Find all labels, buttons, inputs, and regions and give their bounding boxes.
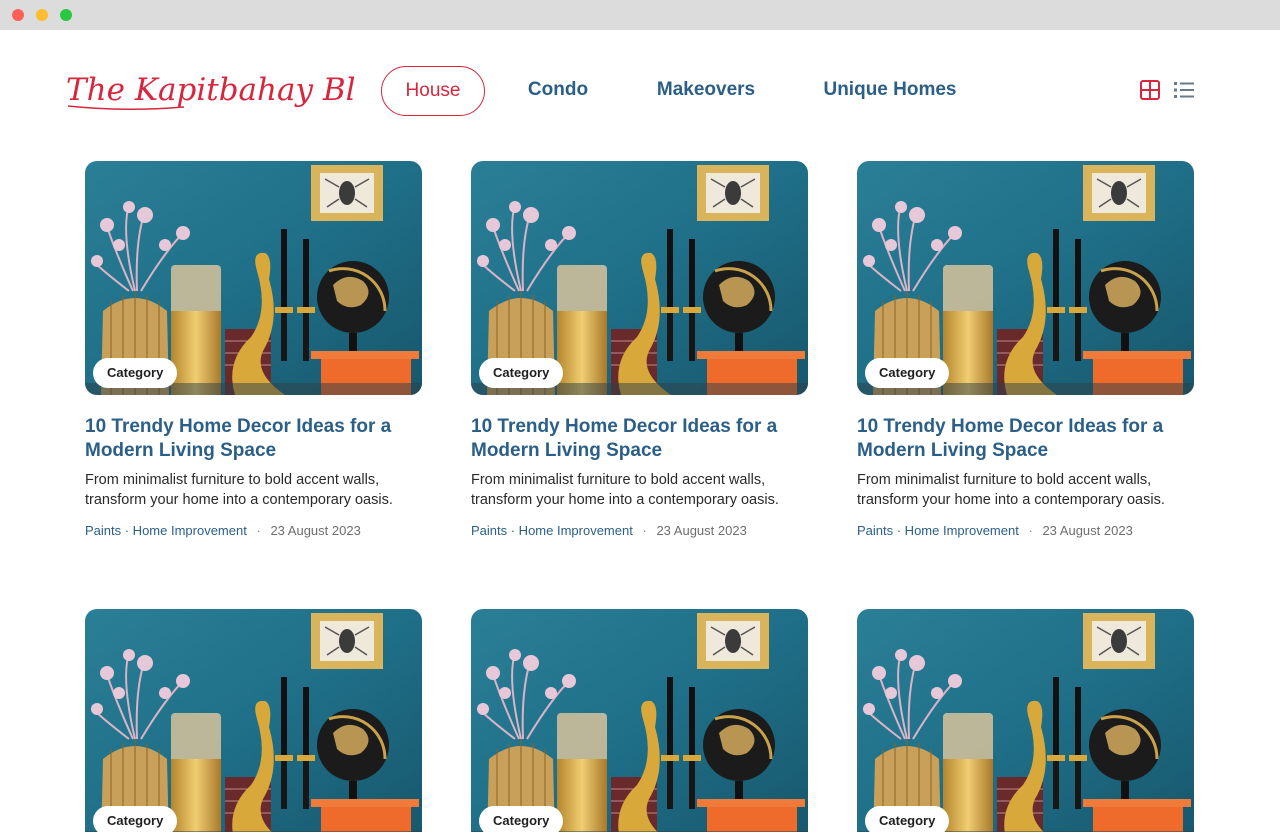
post-thumbnail[interactable]: Category	[471, 609, 808, 832]
category-badge[interactable]: Category	[479, 806, 564, 832]
post-date: 23 August 2023	[270, 523, 361, 538]
post-excerpt-line: transform your home into a contemporary …	[85, 492, 393, 508]
post-tags[interactable]: Paints · Home Improvement	[471, 523, 633, 538]
close-window-button[interactable]	[12, 9, 24, 21]
post-excerpt: From minimalist furniture to bold accent…	[857, 470, 1194, 510]
post-excerpt-line: From minimalist furniture to bold accent…	[85, 472, 380, 488]
post-date: 23 August 2023	[1042, 523, 1133, 538]
post-meta: Paints · Home Improvement · 23 August 20…	[857, 522, 1194, 540]
meta-separator: ·	[1028, 523, 1033, 538]
post-card[interactable]: Category	[471, 609, 808, 832]
post-thumbnail[interactable]: Category	[857, 161, 1194, 395]
post-tags[interactable]: Paints · Home Improvement	[857, 523, 1019, 538]
nav-item-label: House	[405, 80, 461, 101]
post-thumbnail[interactable]: Category	[85, 161, 422, 395]
post-card[interactable]: Category 10 Trendy Home Decor Ideas for …	[857, 161, 1194, 541]
post-excerpt-line: From minimalist furniture to bold accent…	[857, 472, 1152, 488]
post-thumbnail[interactable]: Category	[471, 161, 808, 395]
post-card[interactable]: Category 10 Trendy Home Decor Ideas for …	[471, 161, 808, 541]
post-title-line: 10 Trendy Home Decor Ideas for a	[471, 416, 778, 437]
post-title[interactable]: 10 Trendy Home Decor Ideas for a Modern …	[471, 415, 808, 463]
post-meta: Paints · Home Improvement · 23 August 20…	[85, 522, 422, 540]
post-meta: Paints · Home Improvement · 23 August 20…	[471, 522, 808, 540]
post-card[interactable]: Category	[85, 609, 422, 832]
nav-item-label: Makeovers	[656, 79, 756, 100]
post-excerpt-line: transform your home into a contemporary …	[857, 492, 1165, 508]
nav-item-unique-homes[interactable]: Unique Homes	[806, 66, 974, 116]
category-badge[interactable]: Category	[93, 358, 178, 388]
post-title-line: 10 Trendy Home Decor Ideas for a	[85, 416, 392, 437]
post-excerpt: From minimalist furniture to bold accent…	[471, 470, 808, 510]
nav-item-makeovers[interactable]: Makeovers	[640, 66, 772, 116]
nav-item-condo[interactable]: Condo	[507, 66, 609, 116]
post-thumbnail[interactable]: Category	[857, 609, 1194, 832]
category-badge[interactable]: Category	[865, 358, 950, 388]
post-date: 23 August 2023	[656, 523, 747, 538]
post-title-line: Modern Living Space	[85, 440, 277, 461]
post-thumbnail-image	[471, 609, 808, 832]
post-title[interactable]: 10 Trendy Home Decor Ideas for a Modern …	[85, 415, 422, 463]
post-card[interactable]: Category	[857, 609, 1194, 832]
post-excerpt-line: transform your home into a contemporary …	[471, 492, 779, 508]
minimize-window-button[interactable]	[36, 9, 48, 21]
nav-item-label: Unique Homes	[823, 79, 957, 100]
post-title-line: 10 Trendy Home Decor Ideas for a	[857, 416, 1164, 437]
meta-separator: ·	[256, 523, 261, 538]
site-logo-text: The Kapitbahay Blog	[66, 72, 354, 108]
post-card[interactable]: Category 10 Trendy Home Decor Ideas for …	[85, 161, 422, 541]
post-tags[interactable]: Paints · Home Improvement	[85, 523, 247, 538]
site-logo[interactable]: The Kapitbahay Blog	[64, 62, 354, 120]
category-badge[interactable]: Category	[479, 358, 564, 388]
nav-item-house[interactable]: House	[381, 66, 485, 116]
meta-separator: ·	[642, 523, 647, 538]
post-thumbnail[interactable]: Category	[85, 609, 422, 832]
post-thumbnail-image	[857, 609, 1194, 832]
post-title-line: Modern Living Space	[857, 440, 1049, 461]
nav-item-label: Condo	[527, 79, 589, 100]
category-badge[interactable]: Category	[865, 806, 950, 832]
post-thumbnail-image	[85, 609, 422, 832]
category-badge[interactable]: Category	[93, 806, 178, 832]
list-view-icon[interactable]	[1173, 79, 1195, 101]
post-title-line: Modern Living Space	[471, 440, 663, 461]
post-excerpt-line: From minimalist furniture to bold accent…	[471, 472, 766, 488]
window-titlebar	[0, 0, 1280, 30]
post-excerpt: From minimalist furniture to bold accent…	[85, 470, 422, 510]
post-title[interactable]: 10 Trendy Home Decor Ideas for a Modern …	[857, 415, 1194, 463]
grid-view-icon[interactable]	[1139, 79, 1161, 101]
maximize-window-button[interactable]	[60, 9, 72, 21]
